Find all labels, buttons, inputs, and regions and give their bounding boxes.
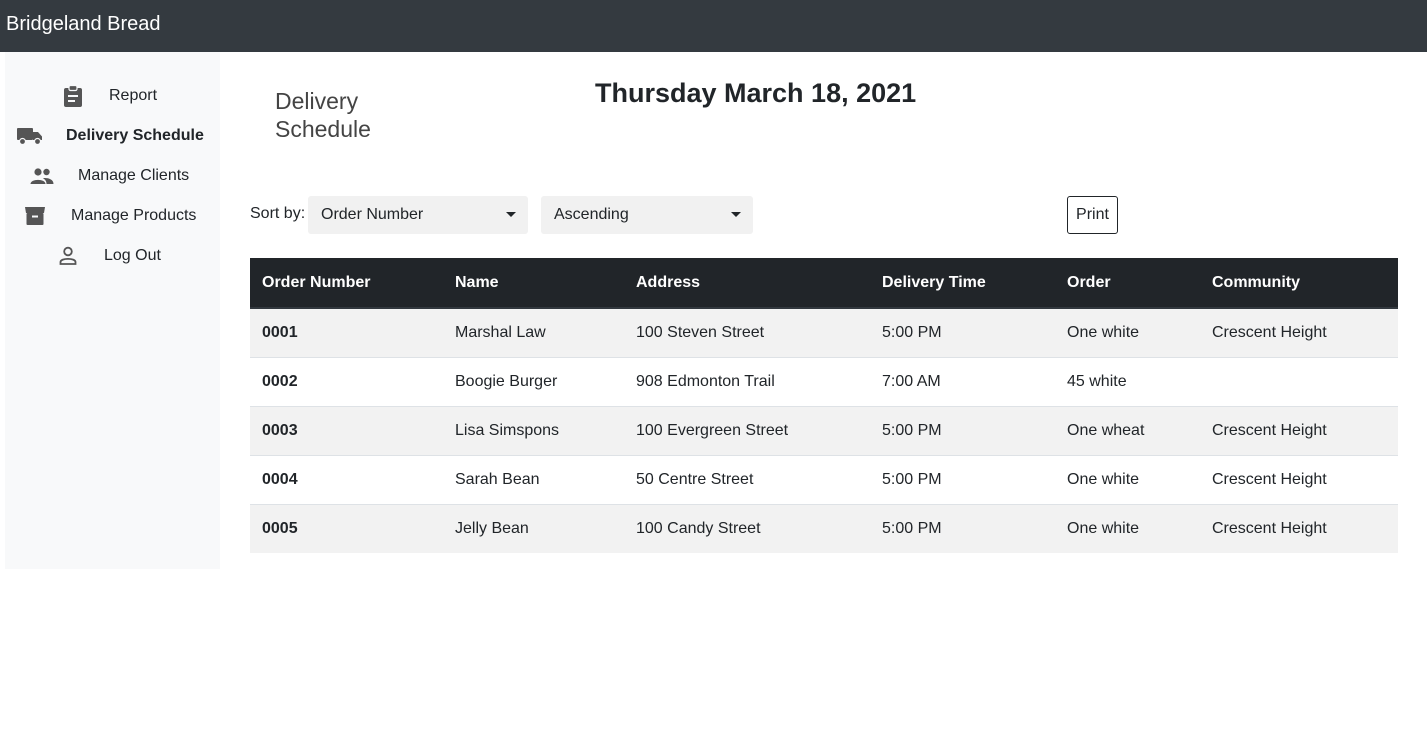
delivery-schedule-table: Order Number Name Address Delivery Time …	[250, 258, 1398, 553]
order-number-cell: 0003	[250, 405, 443, 455]
delivery-time-cell: 7:00 AM	[870, 356, 1055, 406]
print-button[interactable]: Print	[1067, 196, 1118, 234]
order-cell: One wheat	[1055, 405, 1200, 455]
delivery-time-cell: 5:00 PM	[870, 307, 1055, 357]
name-cell: Sarah Bean	[443, 454, 624, 504]
name-cell: Marshal Law	[443, 307, 624, 357]
column-header: Order Number	[250, 258, 443, 309]
address-cell: 100 Evergreen Street	[624, 405, 870, 455]
caret-down-icon	[506, 212, 516, 217]
person-icon	[56, 245, 80, 267]
column-header: Name	[443, 258, 624, 309]
table-row: 0003 Lisa Simspons 100 Evergreen Street …	[250, 405, 1398, 455]
table-row: 0004 Sarah Bean 50 Centre Street 5:00 PM…	[250, 454, 1398, 504]
sidebar-item-log-out[interactable]: Log Out	[5, 236, 220, 276]
sort-field-select[interactable]: Order Number	[308, 196, 528, 234]
sort-direction-select[interactable]: Ascending	[541, 196, 753, 234]
order-cell: One white	[1055, 503, 1200, 553]
sidebar-item-manage-products[interactable]: Manage Products	[5, 196, 220, 236]
community-cell: Crescent Height	[1200, 503, 1398, 553]
order-number-cell: 0001	[250, 307, 443, 357]
community-cell: Crescent Height	[1200, 405, 1398, 455]
delivery-time-cell: 5:00 PM	[870, 503, 1055, 553]
sidebar-item-label: Delivery Schedule	[66, 127, 204, 144]
order-number-cell: 0002	[250, 356, 443, 406]
truck-icon	[17, 125, 43, 147]
top-navbar: Bridgeland Bread	[0, 0, 1427, 52]
sidebar-item-manage-clients[interactable]: Manage Clients	[5, 156, 220, 196]
delivery-time-cell: 5:00 PM	[870, 405, 1055, 455]
schedule-date: Thursday March 18, 2021	[595, 78, 917, 108]
column-header: Order	[1055, 258, 1200, 309]
address-cell: 100 Steven Street	[624, 307, 870, 357]
store-icon	[23, 205, 47, 227]
table-row: 0005 Jelly Bean 100 Candy Street 5:00 PM…	[250, 503, 1398, 553]
column-header: Community	[1200, 258, 1398, 309]
order-cell: One white	[1055, 307, 1200, 357]
sort-field-value: Order Number	[321, 206, 424, 223]
order-number-cell: 0004	[250, 454, 443, 504]
sort-direction-value: Ascending	[554, 206, 629, 223]
address-cell: 908 Edmonton Trail	[624, 356, 870, 406]
people-icon	[30, 165, 54, 187]
sidebar-item-label: Log Out	[104, 247, 161, 264]
order-cell: 45 white	[1055, 356, 1200, 406]
address-cell: 100 Candy Street	[624, 503, 870, 553]
order-cell: One white	[1055, 454, 1200, 504]
sidebar-item-label: Manage Products	[71, 207, 197, 224]
order-number-cell: 0005	[250, 503, 443, 553]
delivery-time-cell: 5:00 PM	[870, 454, 1055, 504]
sidebar: Report Delivery Schedule Manage Clients	[5, 52, 220, 569]
sidebar-item-report[interactable]: Report	[5, 76, 220, 116]
table-header-row: Order Number Name Address Delivery Time …	[250, 258, 1398, 309]
name-cell: Lisa Simspons	[443, 405, 624, 455]
address-cell: 50 Centre Street	[624, 454, 870, 504]
sort-by-label: Sort by:	[250, 205, 306, 222]
column-header: Delivery Time	[870, 258, 1055, 309]
name-cell: Boogie Burger	[443, 356, 624, 406]
column-header: Address	[624, 258, 870, 309]
caret-down-icon	[731, 212, 741, 217]
sidebar-item-label: Manage Clients	[78, 167, 190, 184]
sidebar-item-label: Report	[109, 87, 158, 104]
clipboard-icon	[61, 85, 85, 107]
table-row: 0002 Boogie Burger 908 Edmonton Trail 7:…	[250, 356, 1398, 406]
page-title: Delivery Schedule	[275, 88, 371, 142]
sidebar-item-delivery-schedule[interactable]: Delivery Schedule	[5, 116, 220, 156]
community-cell: Crescent Height	[1200, 454, 1398, 504]
community-cell	[1200, 356, 1398, 406]
name-cell: Jelly Bean	[443, 503, 624, 553]
brand-name[interactable]: Bridgeland Bread	[6, 13, 161, 36]
community-cell: Crescent Height	[1200, 307, 1398, 357]
table-row: 0001 Marshal Law 100 Steven Street 5:00 …	[250, 307, 1398, 357]
